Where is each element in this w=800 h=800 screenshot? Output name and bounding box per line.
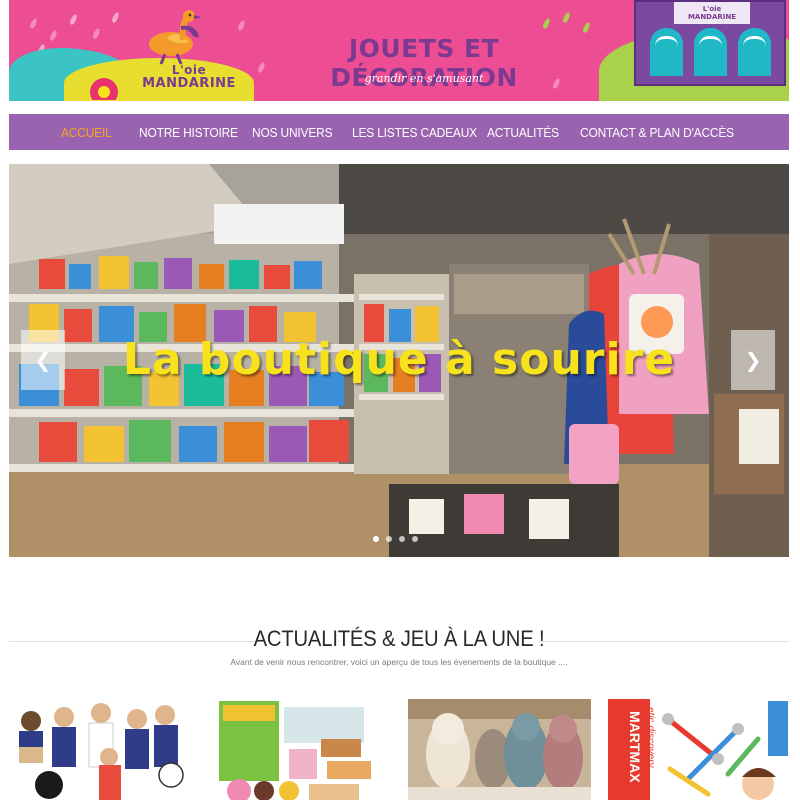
svg-text:MARTMAX: MARTMAX — [627, 711, 643, 783]
slider-dot-4[interactable] — [412, 536, 418, 542]
slider-dot-2[interactable] — [386, 536, 392, 542]
chevron-left-icon: ❮ — [34, 348, 52, 372]
goose-logo-icon[interactable] — [137, 8, 207, 66]
news-subtitle: Avant de venir nous rencontrer, voici un… — [230, 657, 568, 667]
chevron-right-icon: ❯ — [744, 348, 762, 372]
news-heading: ACTUALITÉS & JEU À LA UNE ! — [9, 626, 789, 656]
slider-prev-button[interactable]: ❮ — [21, 330, 65, 390]
header-banner: L'oie MANDARINE JOUETS ET DÉCORATION gra… — [9, 0, 789, 101]
svg-text:etic discovery: etic discovery — [645, 707, 656, 769]
shop-sign-line2: MANDARINE — [687, 13, 737, 21]
shop-window — [650, 28, 683, 76]
nav-item-accueil[interactable]: ACCUEIL — [61, 125, 133, 140]
news-thumb-football-figures[interactable] — [9, 699, 192, 800]
logo-line2: MANDARINE — [142, 76, 236, 91]
nav-item-contact[interactable]: CONTACT & PLAN D'ACCÈS — [580, 125, 734, 140]
hero-caption: La boutique à sourire — [122, 334, 676, 385]
shop-sign-line1: L'oie — [702, 5, 722, 13]
news-thumb-cake-kit[interactable] — [209, 699, 392, 800]
nav-item-listes-cadeaux[interactable]: LES LISTES CADEAUX — [352, 125, 477, 140]
nav-item-nos-univers[interactable]: NOS UNIVERS — [252, 125, 344, 140]
slider-dot-1[interactable] — [373, 536, 379, 542]
slider-next-button[interactable]: ❯ — [731, 330, 775, 390]
banner-subtitle: grandir en s'amusant — [364, 72, 484, 85]
main-nav: ACCUEIL NOTRE HISTOIRE NOS UNIVERS LES L… — [9, 114, 789, 150]
hero-slider[interactable]: La boutique à sourire ❮ ❯ — [9, 164, 789, 557]
page: L'oie MANDARINE JOUETS ET DÉCORATION gra… — [0, 0, 800, 800]
news-thumb-smartmax[interactable]: MARTMAX etic discovery — [608, 699, 790, 800]
slider-dots — [373, 536, 418, 542]
nav-item-notre-histoire[interactable]: NOTRE HISTOIRE — [139, 125, 243, 140]
news-title: ACTUALITÉS & JEU À LA UNE ! — [253, 626, 545, 651]
news-thumb-plush-toys[interactable] — [408, 699, 591, 800]
nav-item-actualites[interactable]: ACTUALITÉS — [487, 125, 573, 140]
slider-dot-3[interactable] — [399, 536, 405, 542]
shop-window — [694, 28, 727, 76]
shopfront-illustration: L'oie MANDARINE — [634, 0, 786, 86]
news-thumbnails: MARTMAX etic discovery — [0, 699, 800, 800]
logo-text[interactable]: L'oie MANDARINE — [129, 64, 249, 91]
shop-window — [738, 28, 771, 76]
heading-divider-right — [539, 641, 789, 642]
shop-sign: L'oie MANDARINE — [674, 2, 750, 24]
